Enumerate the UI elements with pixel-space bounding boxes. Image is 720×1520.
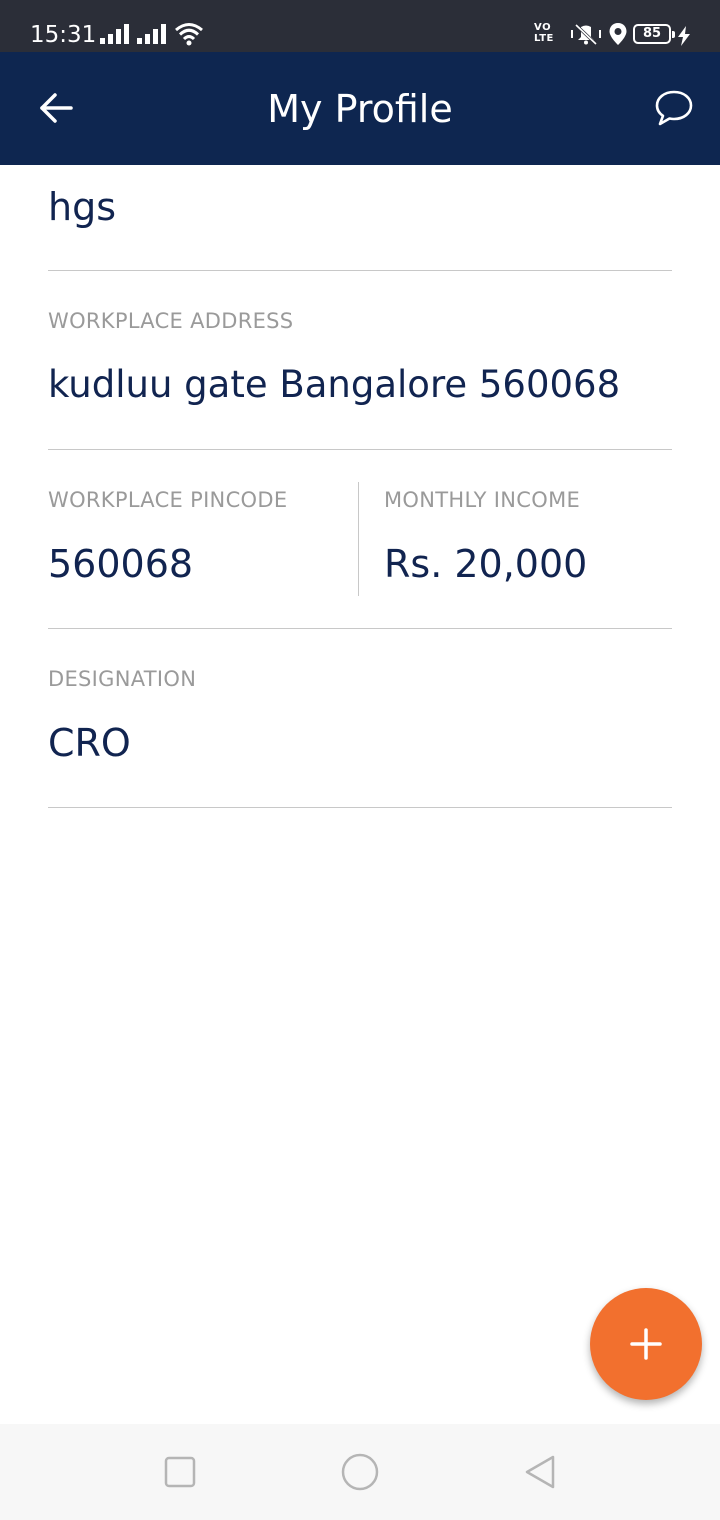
workplace-address-value: kudluu gate Bangalore 560068 <box>48 363 621 406</box>
workplace-address-label: WORKPLACE ADDRESS <box>48 309 294 333</box>
divider <box>48 628 672 629</box>
monthly-income-label: MONTHLY INCOME <box>384 488 581 512</box>
system-nav-bar <box>0 1424 720 1520</box>
workplace-pincode-label: WORKPLACE PINCODE <box>48 488 288 512</box>
mute-vibrate-icon <box>571 23 601 46</box>
workplace-pincode-value: 560068 <box>48 542 194 586</box>
signal-icon <box>137 24 166 44</box>
app-bar: My Profile <box>0 52 720 165</box>
status-time: 15:31 <box>30 22 97 48</box>
recents-square-icon <box>164 1456 196 1488</box>
volte-icon: VO LTE <box>534 22 554 44</box>
recents-button[interactable] <box>156 1448 204 1496</box>
designation-label: DESIGNATION <box>48 667 197 691</box>
column-divider <box>358 482 359 596</box>
add-fab-button[interactable] <box>590 1288 702 1400</box>
charging-icon <box>678 26 690 46</box>
page-title: My Profile <box>267 87 453 131</box>
divider <box>48 449 672 450</box>
home-button[interactable] <box>336 1448 384 1496</box>
back-triangle-icon <box>525 1455 555 1489</box>
chat-bubble-icon <box>655 90 693 126</box>
name-value: hgs <box>48 185 117 229</box>
battery-icon: 85 <box>633 24 675 44</box>
location-icon <box>609 23 627 45</box>
designation-value: CRO <box>48 721 131 765</box>
divider <box>48 807 672 808</box>
wifi-icon <box>175 23 203 46</box>
back-nav-button[interactable] <box>516 1448 564 1496</box>
status-bar: 15:31 VO LTE 85 <box>0 0 720 52</box>
signal-icon <box>100 24 129 44</box>
divider <box>48 270 672 271</box>
plus-icon <box>630 1328 662 1360</box>
chat-button[interactable] <box>648 82 700 134</box>
home-circle-icon <box>341 1453 379 1491</box>
monthly-income-value: Rs. 20,000 <box>384 542 588 586</box>
